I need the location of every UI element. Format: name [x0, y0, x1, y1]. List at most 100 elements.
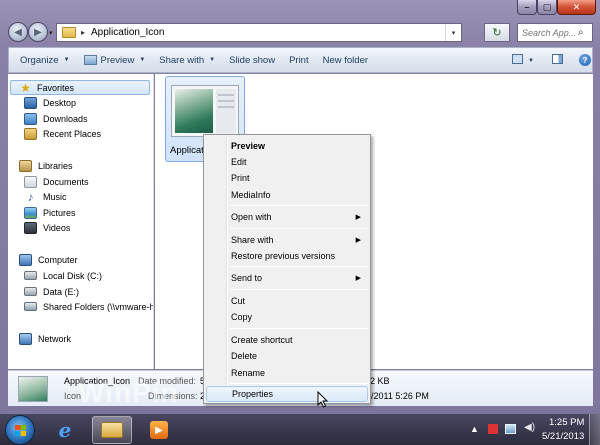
- forward-arrow-icon: ▶: [34, 26, 42, 38]
- nav-item-local-disk[interactable]: Local Disk (C:): [24, 268, 102, 283]
- action-center-flag-icon[interactable]: [488, 424, 498, 434]
- nav-label-videos: Videos: [43, 222, 71, 233]
- refresh-icon: ↻: [492, 27, 502, 39]
- nav-item-data-drive[interactable]: Data (E:): [24, 284, 79, 299]
- menu-item-delete[interactable]: Delete: [206, 348, 368, 364]
- nav-label-desktop: Desktop: [43, 97, 77, 108]
- slide-show-button[interactable]: Slide show: [222, 48, 282, 72]
- recent-places-icon: [24, 127, 37, 140]
- media-player-icon: ▶: [150, 421, 168, 439]
- menu-item-properties[interactable]: Properties: [206, 386, 368, 402]
- menu-separator: [230, 328, 368, 329]
- network-status-icon[interactable]: [505, 424, 516, 434]
- menu-item-open-with[interactable]: Open with ▶: [206, 209, 368, 225]
- change-view-icon[interactable]: [512, 54, 523, 64]
- preview-pane-icon[interactable]: [552, 54, 563, 64]
- menu-item-preview[interactable]: Preview: [206, 138, 368, 154]
- taskbar-windows-explorer[interactable]: [92, 416, 132, 444]
- share-with-button[interactable]: Share with ▼: [152, 48, 222, 72]
- show-desktop-button[interactable]: [589, 414, 600, 445]
- breadcrumb-current-folder[interactable]: Application_Icon: [91, 27, 164, 38]
- show-hidden-icons-icon[interactable]: ▲: [470, 424, 479, 434]
- menu-item-share-with[interactable]: Share with ▶: [206, 232, 368, 248]
- title-bar[interactable]: – ▢ ✕: [0, 0, 600, 18]
- details-size-value: 2 KB: [370, 376, 390, 386]
- nav-item-favorites[interactable]: ★ Favorites: [10, 80, 150, 95]
- minimize-icon: –: [524, 2, 530, 12]
- menu-separator: [230, 383, 368, 384]
- nav-label-libraries: Libraries: [38, 160, 73, 171]
- view-options-dropdown-icon[interactable]: ▼: [528, 54, 534, 68]
- hard-disk-icon: [24, 287, 37, 296]
- recent-pages-dropdown[interactable]: ▾: [49, 29, 53, 37]
- help-icon[interactable]: ?: [579, 54, 591, 66]
- nav-item-shared-folders[interactable]: Shared Folders (\\vmware-h: [24, 299, 154, 314]
- nav-item-documents[interactable]: Documents: [24, 174, 89, 189]
- nav-item-libraries[interactable]: Libraries: [19, 158, 73, 173]
- address-history-chevron-icon[interactable]: ▾: [445, 24, 461, 41]
- minimize-button[interactable]: –: [517, 0, 537, 15]
- volume-icon[interactable]: ◀): [524, 422, 535, 433]
- nav-item-downloads[interactable]: Downloads: [24, 111, 88, 126]
- menu-item-send-to[interactable]: Send to ▶: [206, 270, 368, 286]
- menu-separator: [230, 228, 368, 229]
- send-to-label: Send to: [231, 273, 263, 283]
- menu-item-rename[interactable]: Rename: [206, 365, 368, 381]
- details-date-created-value: 3/2011 5:26 PM: [366, 391, 429, 401]
- file-thumbnail: [171, 85, 239, 137]
- maximize-button[interactable]: ▢: [537, 0, 557, 15]
- nav-item-pictures[interactable]: Pictures: [24, 205, 76, 220]
- menu-item-mediainfo[interactable]: MediaInfo: [206, 187, 368, 203]
- nav-item-music[interactable]: ♪ Music: [24, 189, 67, 204]
- menu-separator: [230, 289, 368, 290]
- back-button[interactable]: ◀: [8, 22, 28, 42]
- nav-label-documents: Documents: [43, 176, 89, 187]
- search-icon[interactable]: ⌕: [578, 27, 584, 38]
- menu-separator: [230, 266, 368, 267]
- navigation-pane: ★ Favorites Desktop Downloads Recent Pla…: [8, 74, 154, 369]
- search-box[interactable]: ⌕: [517, 23, 593, 42]
- search-input[interactable]: [518, 27, 578, 38]
- clock-time[interactable]: 1:25 PM: [549, 417, 584, 428]
- new-folder-button[interactable]: New folder: [316, 48, 375, 72]
- taskbar-media-player[interactable]: ▶: [139, 416, 179, 444]
- menu-item-restore-previous-versions[interactable]: Restore previous versions: [206, 248, 368, 264]
- star-icon: ★: [20, 80, 31, 95]
- share-with-label: Share with: [159, 54, 205, 66]
- refresh-button[interactable]: ↻: [484, 23, 510, 42]
- open-with-label: Open with: [231, 212, 272, 222]
- back-arrow-icon: ◀: [14, 26, 22, 38]
- details-thumbnail: [18, 376, 48, 402]
- nav-item-recent-places[interactable]: Recent Places: [24, 126, 101, 141]
- folder-icon: [62, 27, 76, 38]
- organize-button[interactable]: Organize ▼: [13, 48, 77, 72]
- close-button[interactable]: ✕: [557, 0, 596, 15]
- start-button[interactable]: [5, 415, 35, 445]
- nav-item-network[interactable]: Network: [19, 331, 71, 346]
- preview-button[interactable]: Preview ▼: [77, 48, 153, 72]
- menu-item-print[interactable]: Print: [206, 170, 368, 186]
- menu-item-copy[interactable]: Copy: [206, 309, 368, 325]
- nav-label-shared-folders: Shared Folders (\\vmware-h: [43, 301, 154, 312]
- menu-item-create-shortcut[interactable]: Create shortcut: [206, 332, 368, 348]
- forward-button[interactable]: ▶: [28, 22, 48, 42]
- internet-explorer-icon: e: [58, 418, 72, 442]
- taskbar-internet-explorer[interactable]: e: [45, 416, 85, 444]
- clock-date[interactable]: 5/21/2013: [542, 431, 584, 442]
- libraries-icon: [19, 159, 32, 172]
- nav-label-music: Music: [43, 191, 67, 202]
- nav-item-computer[interactable]: Computer: [19, 252, 78, 267]
- windows-logo-icon: [15, 425, 26, 436]
- print-button[interactable]: Print: [282, 48, 316, 72]
- address-bar[interactable]: ▸ Application_Icon ▾: [56, 23, 462, 42]
- nav-label-favorites: Favorites: [37, 82, 75, 93]
- menu-item-edit[interactable]: Edit: [206, 154, 368, 170]
- nav-item-desktop[interactable]: Desktop: [24, 95, 76, 110]
- organize-dropdown-icon: ▼: [63, 57, 70, 63]
- nav-label-data-drive: Data (E:): [43, 286, 80, 297]
- nav-label-network: Network: [38, 333, 72, 344]
- breadcrumb-separator-icon[interactable]: ▸: [81, 28, 85, 37]
- menu-item-cut[interactable]: Cut: [206, 293, 368, 309]
- nav-item-videos[interactable]: Videos: [24, 220, 70, 235]
- windows-explorer-icon: [101, 422, 123, 438]
